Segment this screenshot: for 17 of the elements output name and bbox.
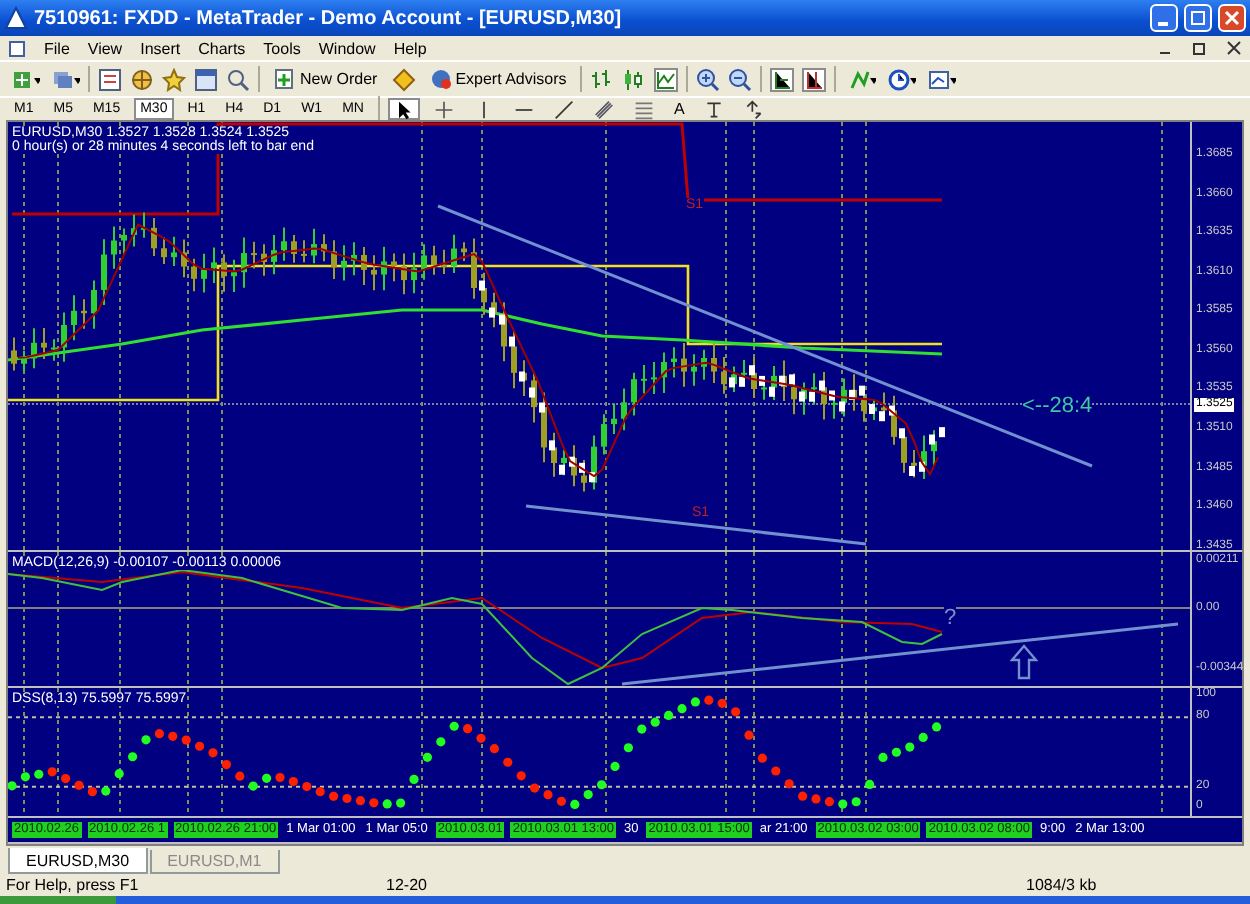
menu-item[interactable]: Window bbox=[318, 39, 376, 57]
menu-item[interactable]: View bbox=[87, 39, 123, 57]
new-order-button[interactable]: New Order bbox=[268, 65, 384, 93]
menu-item[interactable]: Tools bbox=[263, 39, 301, 57]
status-text: For Help, press F1 bbox=[4, 876, 141, 894]
window-title: 7510961: FXDD - MetaTrader - Demo Account - [EURUSD,M30] bbox=[34, 7, 624, 29]
chart-tab[interactable]: EURUSD,M30 bbox=[8, 848, 148, 874]
expert-advisors-button[interactable]: Expert Advisors bbox=[423, 65, 573, 93]
menu-item[interactable]: Insert bbox=[140, 39, 181, 57]
menu-item[interactable]: Charts bbox=[198, 39, 246, 57]
status-text: 12-20 bbox=[384, 876, 429, 894]
countdown-label: <--28:4 bbox=[1022, 394, 1093, 418]
question-mark: ? bbox=[944, 606, 957, 630]
status-text: 1084/3 kb bbox=[1024, 876, 1099, 894]
menu-item[interactable]: File bbox=[44, 39, 70, 57]
text-tool-button[interactable]: A bbox=[667, 98, 691, 120]
menu-item[interactable]: Help bbox=[393, 39, 427, 57]
